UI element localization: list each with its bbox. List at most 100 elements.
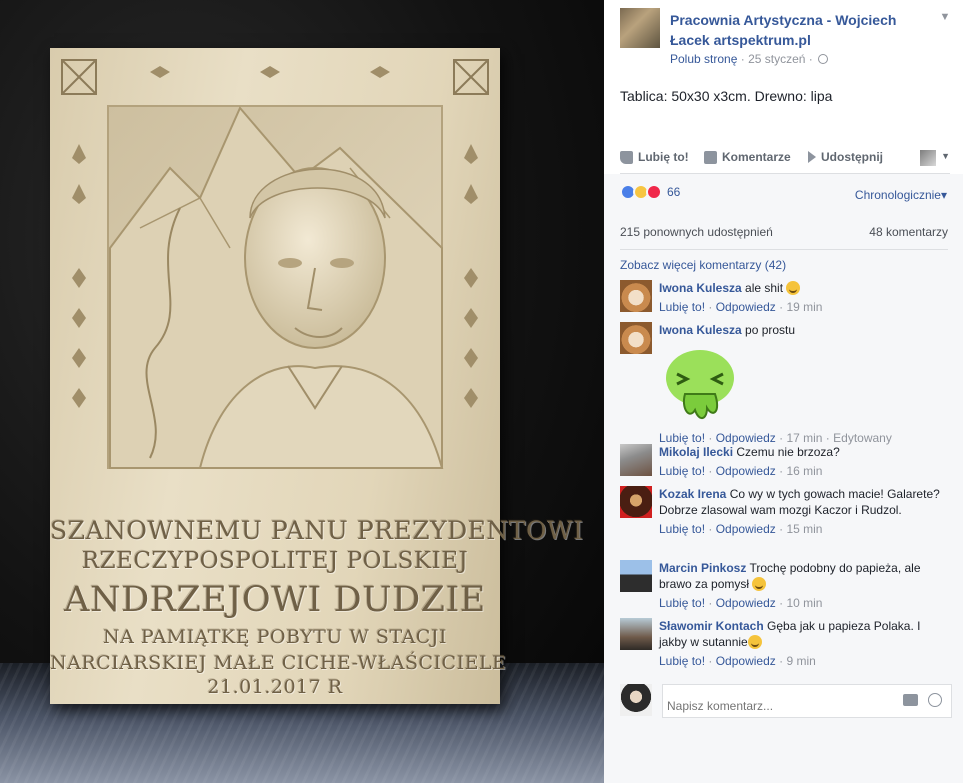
comment-body: Sławomir Kontach Gęba jak u papieza Pola…: [659, 618, 944, 669]
comment-text: ale shit: [745, 281, 784, 295]
meta-separator: ·: [705, 300, 716, 314]
comment-reply-link[interactable]: Odpowiedz: [716, 464, 776, 478]
post-panel: Pracownia Artystyczna - Wojciech Łacek a…: [604, 0, 963, 783]
like-button[interactable]: Lubię to!: [620, 150, 689, 164]
comment-composer: [620, 684, 952, 718]
comment-body: Iwona Kulesza po prostu Lubię to! · Odpo…: [659, 322, 944, 446]
meta-separator: ·: [775, 431, 787, 445]
plaque-line-2: RZECZYPOSPOLITEJ POLSKIEJ: [81, 548, 469, 574]
reaction-count[interactable]: 66: [667, 185, 680, 199]
plaque-line-5: NARCIARSKIEJ MAŁE CICHE-WŁAŚCICIELE: [50, 652, 507, 674]
comment-meta: Lubię to! · Odpowiedz · 19 min: [659, 299, 944, 315]
comment-button-label: Komentarze: [722, 150, 791, 164]
comments-area: 66 Chronologicznie▾ 215 ponownych udostę…: [604, 174, 963, 783]
meta-separator: ·: [775, 596, 787, 610]
page-avatar[interactable]: [620, 8, 660, 48]
view-more-comments-link[interactable]: Zobacz więcej komentarzy (42): [620, 258, 786, 272]
avatar[interactable]: [620, 684, 652, 716]
photo-viewer[interactable]: SZANOWNEMU PANU PREZYDENTOWI RZECZYPOSPO…: [0, 0, 604, 783]
comment-time[interactable]: 15 min: [786, 522, 822, 536]
camera-icon[interactable]: [903, 694, 918, 706]
comment-time[interactable]: 10 min: [786, 596, 822, 610]
edited-label[interactable]: Edytowany: [833, 431, 892, 445]
sort-label: Chronologicznie: [854, 188, 941, 202]
like-button-label: Lubię to!: [638, 150, 689, 164]
avatar[interactable]: [620, 618, 652, 650]
comment-like-link[interactable]: Lubię to!: [659, 464, 705, 478]
avatar[interactable]: [620, 444, 652, 476]
meta-separator: ·: [775, 300, 787, 314]
comment-reply-link[interactable]: Odpowiedz: [716, 654, 776, 668]
meta-separator: ·: [705, 431, 716, 445]
plaque-line-3: ANDRZEJOWI DUDZIE: [64, 580, 486, 620]
plaque-line-1: SZANOWNEMU PANU PREZYDENTOWI: [50, 516, 584, 545]
meta-separator: ·: [775, 464, 787, 478]
avatar[interactable]: [620, 322, 652, 354]
sort-dropdown[interactable]: Chronologicznie▾: [855, 188, 947, 202]
comment-body: Marcin Pinkosz Trochę podobny do papieża…: [659, 560, 944, 611]
meta-separator: ·: [740, 52, 749, 66]
avatar[interactable]: [620, 560, 652, 592]
comment-time[interactable]: 17 min: [786, 431, 822, 445]
comment-body: Kozak Irena Co wy w tych gowach macie! G…: [659, 486, 944, 537]
meta-separator: ·: [705, 522, 716, 536]
comment-reply-link[interactable]: Odpowiedz: [716, 596, 776, 610]
comment-reply-link[interactable]: Odpowiedz: [716, 522, 776, 536]
avatar[interactable]: [620, 486, 652, 518]
sick-sticker-icon: [666, 350, 734, 419]
share-button[interactable]: Udostępnij: [808, 150, 883, 164]
comment-author[interactable]: Sławomir Kontach: [659, 619, 764, 633]
comment-author[interactable]: Mikolaj Ilecki: [659, 445, 733, 459]
caret-down-icon[interactable]: ▼: [941, 151, 950, 161]
comment-meta: Lubię to! · Odpowiedz · 15 min: [659, 521, 944, 537]
grinning-emoji-icon: [786, 281, 801, 295]
smile-emoji-icon: [752, 577, 767, 591]
comment-meta: Lubię to! · Odpowiedz · 10 min: [659, 595, 944, 611]
comment-time[interactable]: 9 min: [786, 654, 815, 668]
comment-text: Czemu nie brzoza?: [736, 445, 840, 459]
reactions-summary[interactable]: 66: [620, 184, 680, 200]
comment-author[interactable]: Kozak Irena: [659, 487, 726, 501]
sort-caret-icon: ▾: [940, 188, 947, 202]
post-meta: Polub stronę · 25 styczeń ·: [670, 52, 829, 66]
comment-like-link[interactable]: Lubię to!: [659, 522, 705, 536]
post-date[interactable]: 25 styczeń: [748, 52, 805, 66]
comment-like-link[interactable]: Lubię to!: [659, 654, 705, 668]
globe-icon: [818, 54, 829, 64]
comment-body: Mikolaj Ilecki Czemu nie brzoza? Lubię t…: [659, 444, 944, 479]
love-reaction-icon: [646, 184, 662, 200]
emoji-picker-icon[interactable]: [928, 693, 942, 707]
comment-author[interactable]: Iwona Kulesza: [659, 323, 742, 337]
wink-emoji-icon: [747, 635, 762, 649]
comment-button[interactable]: Komentarze: [704, 150, 791, 164]
comment-meta: Lubię to! · Odpowiedz · 9 min: [659, 653, 944, 669]
comment-like-link[interactable]: Lubię to!: [659, 596, 705, 610]
comment-text: po prostu: [745, 323, 796, 337]
post-header: Pracownia Artystyczna - Wojciech Łacek a…: [620, 8, 952, 68]
comment-reply-link[interactable]: Odpowiedz: [716, 300, 776, 314]
avatar[interactable]: [620, 280, 652, 312]
comment-author[interactable]: Iwona Kulesza: [659, 281, 742, 295]
comment-reply-link[interactable]: Odpowiedz: [716, 431, 776, 445]
comment-time[interactable]: 16 min: [786, 464, 822, 478]
like-page-link[interactable]: Polub stronę: [670, 52, 737, 66]
shares-count[interactable]: 215 ponownych udostępnień: [620, 225, 773, 239]
comment-time[interactable]: 19 min: [786, 300, 822, 314]
comments-count: 48 komentarzy: [869, 225, 948, 239]
post-stats: 215 ponownych udostępnień 48 komentarzy: [620, 222, 948, 250]
plaque-line-6: 21.01.2017 R: [207, 676, 343, 698]
share-button-label: Udostępnij: [821, 150, 883, 164]
comment-like-link[interactable]: Lubię to!: [659, 300, 705, 314]
comment-like-link[interactable]: Lubię to!: [659, 431, 705, 445]
meta-separator: ·: [775, 654, 787, 668]
comment-meta: Lubię to! · Odpowiedz · 16 min: [659, 463, 944, 479]
meta-separator: ·: [822, 431, 834, 445]
comment-bubble-icon: [704, 150, 717, 164]
acting-as-avatar[interactable]: [920, 150, 936, 166]
page-name-link[interactable]: Pracownia Artystyczna - Wojciech Łacek a…: [670, 10, 930, 50]
carved-plaque-photo: SZANOWNEMU PANU PREZYDENTOWI RZECZYPOSPO…: [50, 48, 584, 704]
meta-separator: ·: [705, 464, 716, 478]
thumb-up-icon: [620, 150, 633, 164]
chevron-down-icon[interactable]: ▼: [938, 10, 952, 24]
comment-author[interactable]: Marcin Pinkosz: [659, 561, 746, 575]
